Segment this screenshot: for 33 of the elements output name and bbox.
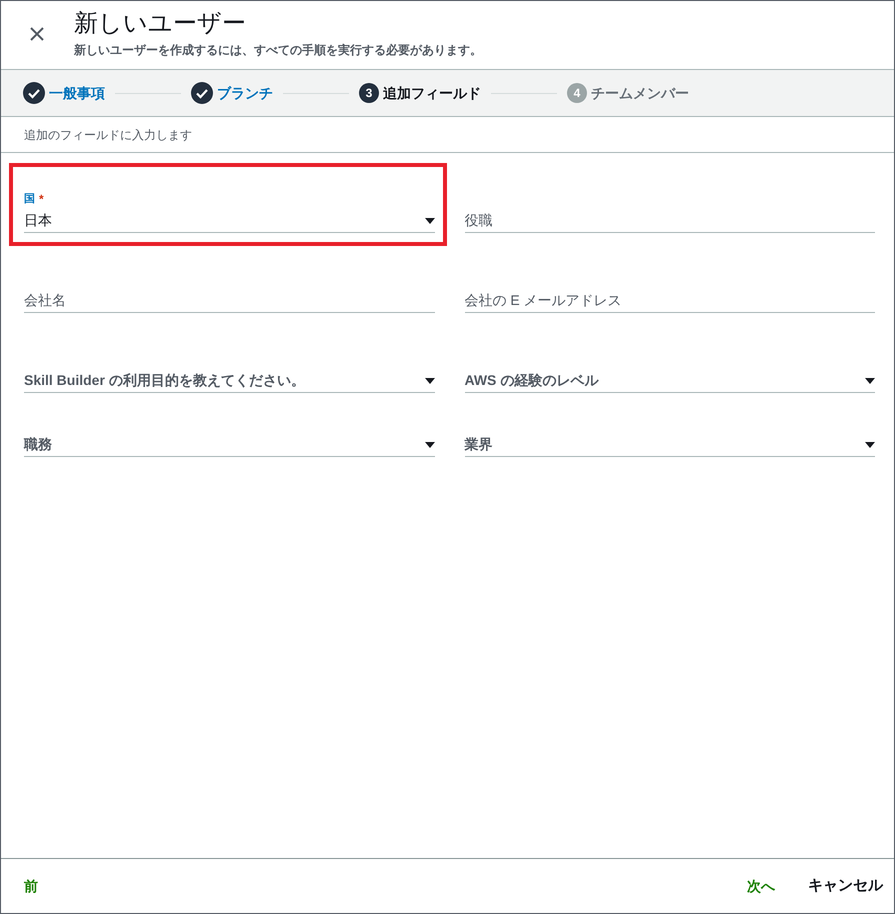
step-label[interactable]: ブランチ [217,82,273,104]
dropdown-field[interactable]: 日本 [24,209,434,233]
dialog-title: 新しいユーザー [74,9,247,39]
step-label[interactable]: 一般事項 [49,82,105,104]
step-label[interactable]: チームメンバー [591,82,689,104]
cancel-button[interactable]: キャンセル [808,874,883,898]
input-field[interactable]: 役職 [464,207,875,233]
step-label[interactable]: 追加フィールド [383,82,481,104]
step-number: 3 [359,83,379,103]
dropdown-field[interactable]: Skill Builder の利用目的を教えてください。 [24,369,434,393]
caret-icon [865,378,875,384]
dropdown-placeholder: 業界 [464,435,492,454]
next-button[interactable]: 次へ [747,876,775,896]
dropdown-placeholder: 職務 [24,435,52,454]
previous-button[interactable]: 前 [24,876,38,896]
section-hint: 追加のフィールドに入力します [24,126,192,144]
caret-icon [424,378,434,384]
dropdown-placeholder: Skill Builder の利用目的を教えてください。 [24,371,305,390]
dropdown-field[interactable]: AWS の経験のレベル [464,369,875,393]
field-label: 国 [24,192,35,207]
input-field[interactable]: 会社の E メールアドレス [464,287,875,313]
required-mark: * [39,191,44,208]
step-number: 4 [567,83,587,103]
input-field[interactable]: 会社名 [24,287,434,313]
dropdown-field[interactable]: 職務 [24,433,434,457]
dialog-subtitle: 新しいユーザーを作成するには、すべての手順を実行する必要があります。 [74,42,482,59]
dropdown-field[interactable]: 業界 [464,433,875,457]
field-value: 日本 [24,211,52,230]
close-icon [29,26,45,42]
caret-icon [424,218,434,224]
caret-icon [424,442,434,448]
caret-icon [865,442,875,448]
dropdown-placeholder: AWS の経験のレベル [464,371,598,390]
